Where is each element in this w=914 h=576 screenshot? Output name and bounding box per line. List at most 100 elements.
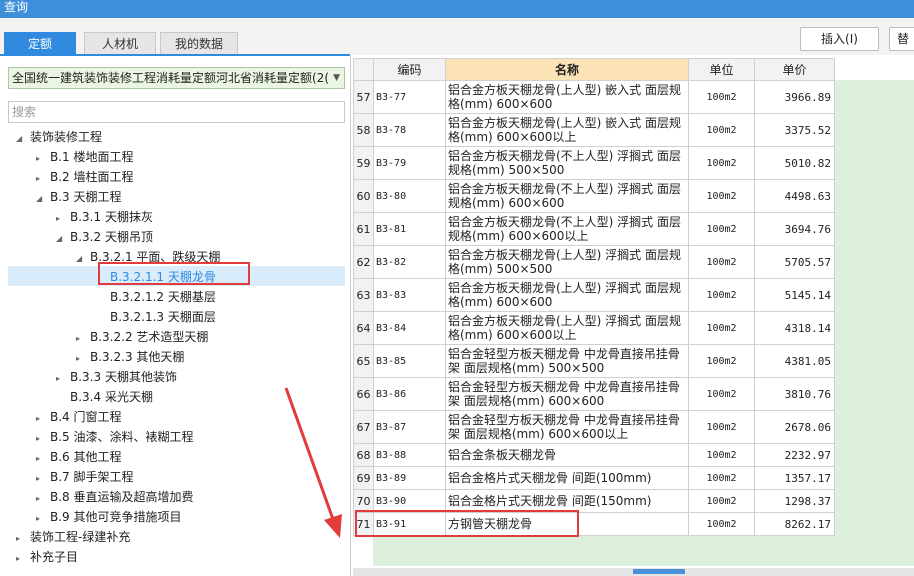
caret-down-icon[interactable]: ◢ xyxy=(76,249,90,269)
caret-right-icon[interactable]: ▸ xyxy=(36,509,50,529)
tree-node[interactable]: B.3.2.1.2 天棚基层 xyxy=(96,287,216,307)
caret-right-icon[interactable]: ▸ xyxy=(36,449,50,469)
table-row[interactable]: 60 B3-80 铝合金方板天棚龙骨(不上人型) 浮搁式 面层规格(mm) 600×… xyxy=(353,179,835,213)
unit-cell: 100m2 xyxy=(688,146,755,180)
row-index: 60 xyxy=(353,179,374,213)
table-row[interactable]: 59 B3-79 铝合金方板天棚龙骨(不上人型) 浮搁式 面层规格(mm) 500×… xyxy=(353,146,835,180)
search-input[interactable]: 搜索 xyxy=(8,101,345,123)
table-row[interactable]: 64 B3-84 铝合金方板天棚龙骨(上人型) 浮搁式 面层规格(mm) 600×6… xyxy=(353,311,835,345)
caret-right-icon[interactable]: ▸ xyxy=(16,529,30,549)
price-cell: 3966.89 xyxy=(754,80,835,114)
tree-node[interactable]: B.3.4 采光天棚 xyxy=(56,387,153,407)
table-row[interactable]: 57 B3-77 铝合金方板天棚龙骨(上人型) 嵌入式 面层规格(mm) 600×6… xyxy=(353,80,835,114)
tab-labor-material[interactable]: 人材机 xyxy=(84,32,156,54)
tree-node[interactable]: ▸ B.9 其他可竞争措施项目 xyxy=(36,507,182,527)
col-header-name[interactable]: 名称 xyxy=(445,58,689,81)
row-index: 65 xyxy=(353,344,374,378)
tree-node[interactable]: ◢ 装饰装修工程 xyxy=(16,127,102,147)
tree-node[interactable]: B.3.2.1.1 天棚龙骨 xyxy=(96,267,216,287)
caret-right-icon[interactable]: ▸ xyxy=(36,429,50,449)
tree-node[interactable]: ▸ 装饰工程-绿建补充 xyxy=(16,527,130,547)
unit-cell: 100m2 xyxy=(688,377,755,411)
caret-right-icon[interactable]: ▸ xyxy=(36,409,50,429)
code-cell: B3-77 xyxy=(373,80,446,114)
tree-node[interactable]: ◢ B.3.2 天棚吊顶 xyxy=(56,227,153,247)
table-row[interactable]: 66 B3-86 铝合金轻型方板天棚龙骨 中龙骨直接吊挂骨架 面层规格(mm) 60… xyxy=(353,377,835,411)
table-row[interactable]: 62 B3-82 铝合金方板天棚龙骨(上人型) 浮搁式 面层规格(mm) 500×5… xyxy=(353,245,835,279)
tree-node-label: B.5 油漆、涂料、裱糊工程 xyxy=(50,430,194,444)
caret-down-icon[interactable]: ◢ xyxy=(56,229,70,249)
row-index: 66 xyxy=(353,377,374,411)
quota-library-select[interactable]: 全国统一建筑装饰装修工程消耗量定额河北省消耗量定额(2( ▼ xyxy=(8,67,345,89)
unit-cell: 100m2 xyxy=(688,443,755,467)
table-row[interactable]: 68 B3-88 铝合金条板天棚龙骨 100m2 2232.97 xyxy=(353,443,835,467)
price-cell: 2232.97 xyxy=(754,443,835,467)
tree-node[interactable]: ▸ B.3.1 天棚抹灰 xyxy=(56,207,153,227)
caret-right-icon[interactable]: ▸ xyxy=(16,549,30,569)
tree-node-label: B.3.2.1.1 天棚龙骨 xyxy=(110,270,216,284)
row-index: 67 xyxy=(353,410,374,444)
tree-node[interactable]: ◢ B.3 天棚工程 xyxy=(36,187,122,207)
caret-right-icon[interactable]: ▸ xyxy=(36,149,50,169)
table-row[interactable]: 67 B3-87 铝合金轻型方板天棚龙骨 中龙骨直接吊挂骨架 面层规格(mm) 60… xyxy=(353,410,835,444)
table-row[interactable]: 58 B3-78 铝合金方板天棚龙骨(上人型) 嵌入式 面层规格(mm) 600×6… xyxy=(353,113,835,147)
unit-cell: 100m2 xyxy=(688,512,755,536)
tree-node-label: B.3 天棚工程 xyxy=(50,190,122,204)
price-cell: 4498.63 xyxy=(754,179,835,213)
tree-node[interactable]: ▸ B.6 其他工程 xyxy=(36,447,122,467)
tree-node[interactable]: ▸ B.2 墙柱面工程 xyxy=(36,167,134,187)
tree-node-label: B.1 楼地面工程 xyxy=(50,150,134,164)
tree-node-label: B.8 垂直运输及超高增加费 xyxy=(50,490,194,504)
code-cell: B3-82 xyxy=(373,245,446,279)
tree-node[interactable]: ▸ B.3.3 天棚其他装饰 xyxy=(56,367,177,387)
col-header-price[interactable]: 单价 xyxy=(754,58,835,81)
tree-node[interactable]: ▸ B.3.2.2 艺术造型天棚 xyxy=(76,327,208,347)
caret-right-icon[interactable]: ▸ xyxy=(76,329,90,349)
row-index: 61 xyxy=(353,212,374,246)
caret-right-icon[interactable]: ▸ xyxy=(36,489,50,509)
table-header-row: 编码 名称 单位 单价 xyxy=(353,58,835,81)
table-row[interactable]: 63 B3-83 铝合金方板天棚龙骨(上人型) 浮搁式 面层规格(mm) 600×6… xyxy=(353,278,835,312)
name-cell: 铝合金轻型方板天棚龙骨 中龙骨直接吊挂骨架 面层规格(mm) 500×500 xyxy=(445,344,689,378)
col-header-unit[interactable]: 单位 xyxy=(688,58,755,81)
caret-down-icon[interactable]: ◢ xyxy=(16,129,30,149)
price-cell: 4318.14 xyxy=(754,311,835,345)
replace-button[interactable]: 替 xyxy=(889,27,914,51)
tab-my-data[interactable]: 我的数据 xyxy=(160,32,238,54)
tree-node[interactable]: ▸ B.1 楼地面工程 xyxy=(36,147,134,167)
tree-node[interactable]: ▸ 补充子目 xyxy=(16,547,78,567)
code-cell: B3-86 xyxy=(373,377,446,411)
name-cell: 方钢管天棚龙骨 xyxy=(445,512,689,536)
tree-node[interactable]: ▸ B.8 垂直运输及超高增加费 xyxy=(36,487,194,507)
tree-node[interactable]: ▸ B.7 脚手架工程 xyxy=(36,467,134,487)
tree-node[interactable]: ▸ B.5 油漆、涂料、裱糊工程 xyxy=(36,427,194,447)
table-row[interactable]: 61 B3-81 铝合金方板天棚龙骨(不上人型) 浮搁式 面层规格(mm) 600×… xyxy=(353,212,835,246)
insert-button[interactable]: 插入(I) xyxy=(800,27,879,51)
tree-node[interactable]: ▸ B.3.2.3 其他天棚 xyxy=(76,347,184,367)
tree-node-label: B.3.2.2 艺术造型天棚 xyxy=(90,330,209,344)
scrollbar-thumb[interactable] xyxy=(633,569,685,574)
table-row[interactable]: 70 B3-90 铝合金格片式天棚龙骨 间距(150mm) 100m2 1298.37 xyxy=(353,489,835,513)
tree-node[interactable]: ▸ B.4 门窗工程 xyxy=(36,407,122,427)
caret-right-icon[interactable]: ▸ xyxy=(56,369,70,389)
caret-right-icon[interactable]: ▸ xyxy=(76,349,90,369)
tree-node[interactable]: ◢ B.3.2.1 平面、跌级天棚 xyxy=(76,247,220,267)
caret-right-icon[interactable]: ▸ xyxy=(56,209,70,229)
caret-right-icon[interactable]: ▸ xyxy=(36,469,50,489)
unit-cell: 100m2 xyxy=(688,344,755,378)
tabs-row: 定额 人材机 我的数据 xyxy=(0,18,914,55)
price-cell: 4381.05 xyxy=(754,344,835,378)
tree-node-label: B.3.2.1.3 天棚面层 xyxy=(110,310,216,324)
name-cell: 铝合金方板天棚龙骨(上人型) 浮搁式 面层规格(mm) 600×600以上 xyxy=(445,311,689,345)
caret-down-icon[interactable]: ◢ xyxy=(36,189,50,209)
col-header-code[interactable]: 编码 xyxy=(373,58,446,81)
tab-quota[interactable]: 定额 xyxy=(4,32,76,54)
name-cell: 铝合金方板天棚龙骨(不上人型) 浮搁式 面层规格(mm) 600×600以上 xyxy=(445,212,689,246)
table-row[interactable]: 69 B3-89 铝合金格片式天棚龙骨 间距(100mm) 100m2 1357.17 xyxy=(353,466,835,490)
table-row[interactable]: 65 B3-85 铝合金轻型方板天棚龙骨 中龙骨直接吊挂骨架 面层规格(mm) 50… xyxy=(353,344,835,378)
table-row[interactable]: 71 B3-91 方钢管天棚龙骨 100m2 8262.17 xyxy=(353,512,835,536)
row-index: 68 xyxy=(353,443,374,467)
caret-right-icon[interactable]: ▸ xyxy=(36,169,50,189)
tree-node[interactable]: B.3.2.1.3 天棚面层 xyxy=(96,307,216,327)
code-cell: B3-79 xyxy=(373,146,446,180)
